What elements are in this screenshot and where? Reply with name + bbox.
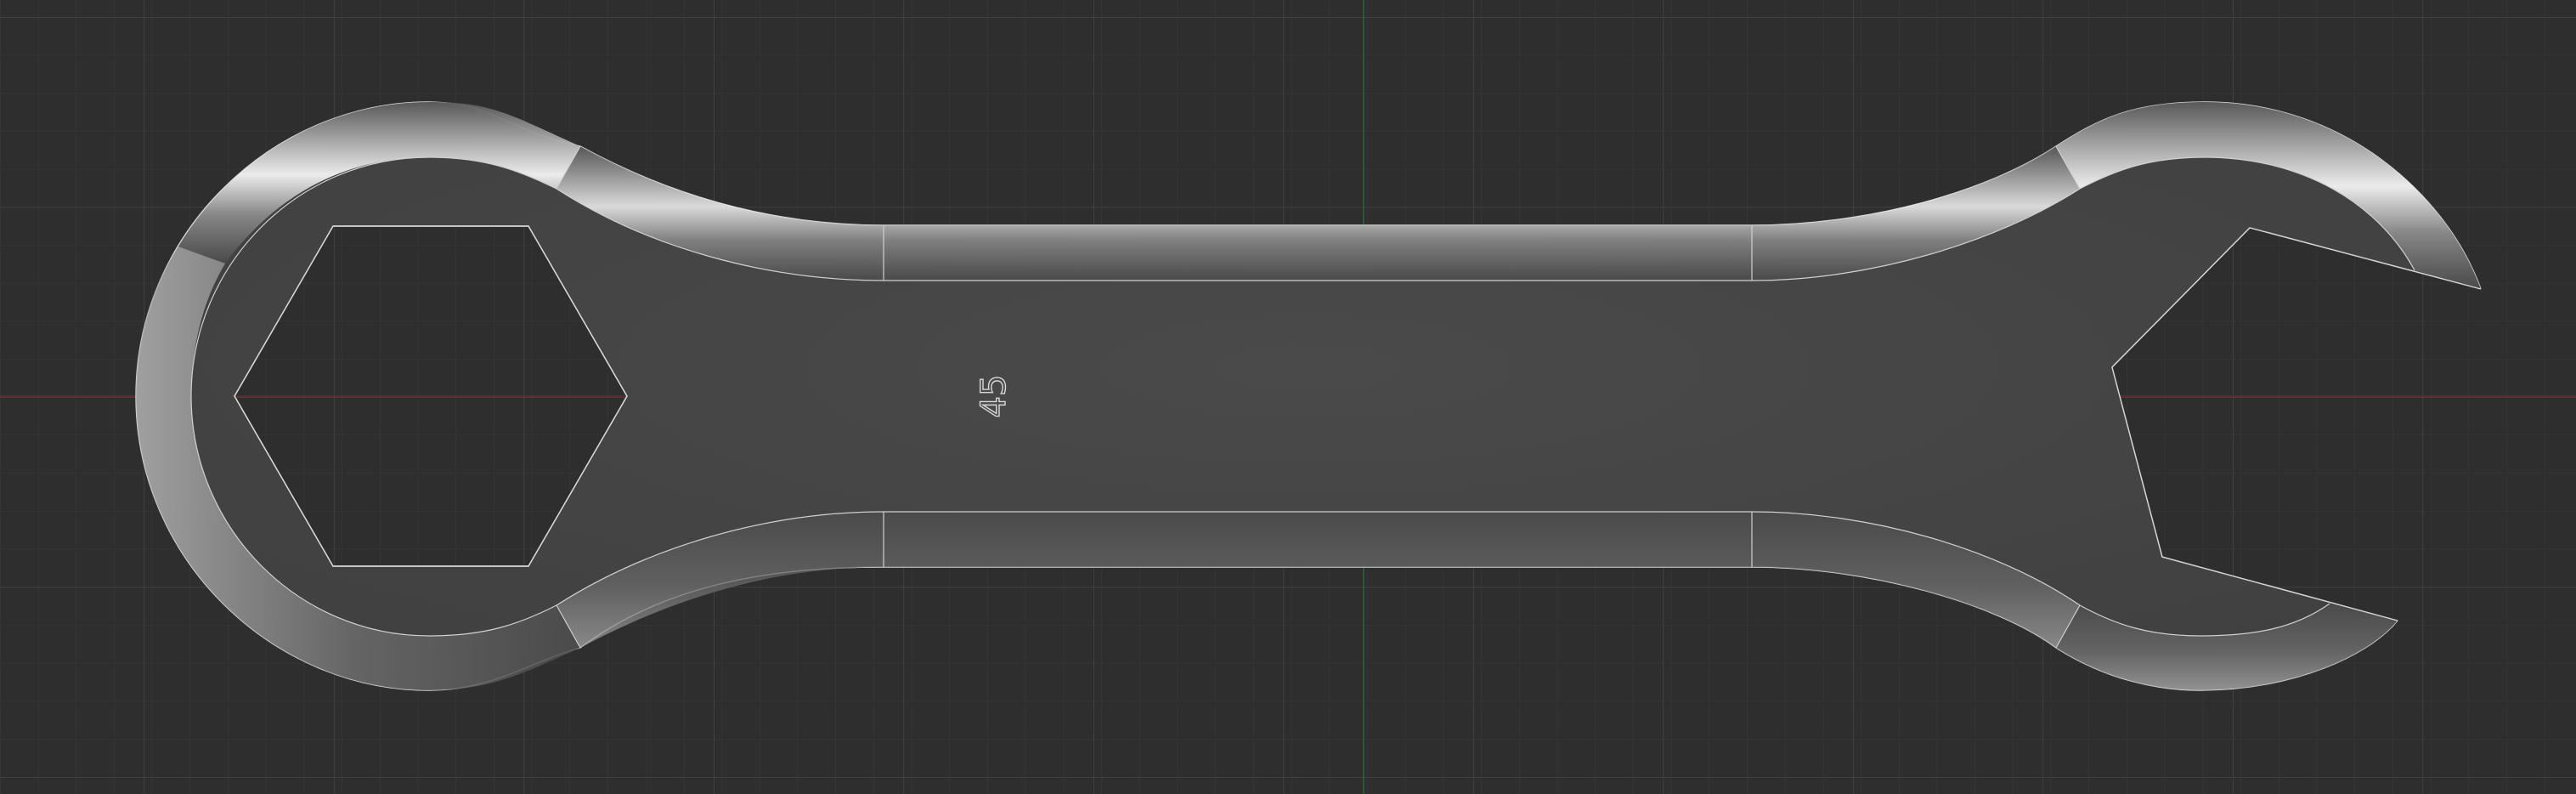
cad-viewport[interactable]: 45 (0, 0, 2576, 794)
engraved-size-label: 45 (974, 375, 1014, 418)
